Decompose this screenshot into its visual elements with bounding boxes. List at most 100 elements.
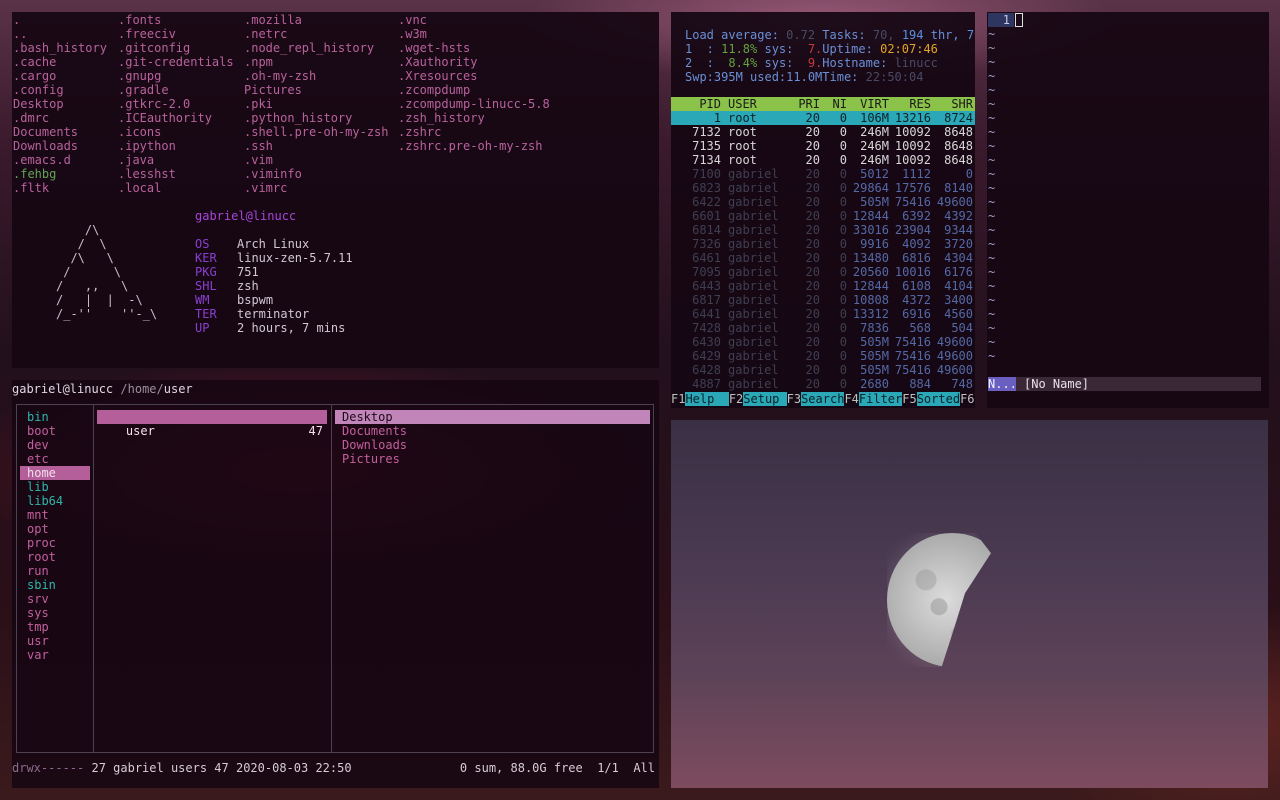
parent-dir-item[interactable]: proc	[20, 536, 90, 550]
process-user: gabriel	[728, 237, 779, 251]
column-header-res[interactable]: RES	[891, 97, 931, 111]
process-row[interactable]: 6428 gabriel 20 0 505M 75416 49600	[671, 363, 975, 377]
process-row[interactable]: 7100 gabriel 20 0 5012 1112 0	[671, 167, 975, 181]
parent-dir-item[interactable]: bin	[20, 410, 90, 424]
fkey-f2[interactable]: F2	[729, 392, 743, 406]
process-row[interactable]: 6430 gabriel 20 0 505M 75416 49600	[671, 335, 975, 349]
vim-window[interactable]: 1 ~ ~ ~ ~ ~ ~ ~ ~ ~ ~ ~ ~ ~ ~ ~ ~ ~ ~ ~ ~ ~ ~ ~ ~ N... [No Name…	[987, 12, 1269, 408]
process-row[interactable]: 1 root 20 0 106M 13216 8724	[671, 111, 975, 125]
column-header-user[interactable]: USER	[728, 97, 757, 111]
ranger-window[interactable]: gabriel@linucc /home/user bin boot dev etc h…	[12, 380, 659, 788]
process-shr: 504	[951, 321, 973, 335]
ls-column-3: .mozilla .netrc .node_repl_history .npm .oh-…	[244, 13, 389, 195]
ls-entry: .ipython	[118, 139, 176, 153]
process-row[interactable]: 6817 gabriel 20 0 10808 4372 3400	[671, 293, 975, 307]
process-user: gabriel	[728, 321, 779, 335]
htop-function-bar[interactable]: F1Help F2Setup F3SearchF4FilterF5SortedF…	[671, 392, 975, 406]
fkey-label[interactable]: Filter	[858, 392, 903, 406]
parent-dir-item[interactable]: lib64	[20, 494, 90, 508]
column-header-pid[interactable]: PID	[671, 97, 721, 111]
process-res: 75416	[894, 349, 931, 363]
parent-dir-item[interactable]: var	[20, 648, 90, 662]
current-directory-item[interactable]: user 47	[97, 410, 327, 438]
column-header-ni[interactable]: NI	[831, 97, 847, 111]
process-row[interactable]: 6823 gabriel 20 0 29864 17576 8140	[671, 181, 975, 195]
process-res: 10092	[894, 153, 931, 167]
column-header-shr[interactable]: SHR	[933, 97, 973, 111]
parent-dir-item[interactable]: dev	[20, 438, 90, 452]
parent-dir-item[interactable]: root	[20, 550, 90, 564]
empty-line-tilde: ~	[988, 153, 996, 167]
process-user: gabriel	[728, 293, 779, 307]
logo-line: /_-'' ''-_\	[56, 307, 158, 321]
process-ni: 0	[839, 209, 847, 223]
fetch-row: UP 2 hours, 7 mins	[195, 321, 353, 335]
fkey-f4[interactable]: F4	[844, 392, 858, 406]
process-res: 4372	[902, 293, 931, 307]
process-row[interactable]: 6422 gabriel 20 0 505M 75416 49600	[671, 195, 975, 209]
fkey-label[interactable]: Sorted	[916, 392, 961, 406]
process-res: 10092	[894, 125, 931, 139]
process-row[interactable]: 7095 gabriel 20 0 20560 10016 6176	[671, 265, 975, 279]
htop-window[interactable]: Load average: 0.72 Tasks: 70, 194 thr, 7…	[671, 12, 975, 408]
vim-filename: [No Name]	[1024, 377, 1090, 391]
process-row[interactable]: 6461 gabriel 20 0 13480 6816 4304	[671, 251, 975, 265]
column-header-virt[interactable]: VIRT	[849, 97, 889, 111]
process-shr: 3720	[944, 237, 973, 251]
parent-dir-item[interactable]: lib	[20, 480, 90, 494]
process-shr: 4392	[944, 209, 973, 223]
process-pid: 6601	[692, 209, 721, 223]
fetch-value: 2 hours, 7 mins	[237, 321, 346, 335]
fkey-label[interactable]: Setup	[743, 392, 787, 406]
preview-item[interactable]: Desktop	[335, 410, 650, 424]
parent-dir-item[interactable]: mnt	[20, 508, 90, 522]
process-row[interactable]: 6429 gabriel 20 0 505M 75416 49600	[671, 349, 975, 363]
parent-dir-item[interactable]: sbin	[20, 578, 90, 592]
fkey-f5[interactable]: F5	[902, 392, 916, 406]
parent-dir-item[interactable]: tmp	[20, 620, 90, 634]
parent-dir-item[interactable]: boot	[20, 424, 90, 438]
process-row[interactable]: 6443 gabriel 20 0 12844 6108 4104	[671, 279, 975, 293]
column-header-pri[interactable]: PRI	[796, 97, 820, 111]
fkey-label[interactable]: Search	[801, 392, 845, 406]
fkey-f1[interactable]: F1	[671, 392, 685, 406]
process-user: gabriel	[728, 349, 779, 363]
preview-item[interactable]: Documents	[335, 424, 650, 438]
parent-dir-item[interactable]: usr	[20, 634, 90, 648]
fkey-f6[interactable]: F6	[960, 392, 974, 406]
fkey-label[interactable]: Help	[685, 392, 729, 406]
htop-column-header[interactable]: PID USER PRI NI VIRT RES SHR	[671, 97, 975, 111]
process-row[interactable]: 7134 root 20 0 246M 10092 8648	[671, 153, 975, 167]
process-shr: 6176	[944, 265, 973, 279]
parent-dir-item[interactable]: opt	[20, 522, 90, 536]
process-row[interactable]: 7326 gabriel 20 0 9916 4092 3720	[671, 237, 975, 251]
process-res: 4092	[902, 237, 931, 251]
process-res: 568	[909, 321, 931, 335]
process-row[interactable]: 7428 gabriel 20 0 7836 568 504	[671, 321, 975, 335]
process-row[interactable]: 6814 gabriel 20 0 33016 23904 9344	[671, 223, 975, 237]
preview-item[interactable]: Pictures	[335, 452, 650, 466]
process-row[interactable]: 7135 root 20 0 246M 10092 8648	[671, 139, 975, 153]
process-row[interactable]: 4887 gabriel 20 0 2680 884 748	[671, 377, 975, 391]
process-virt: 7836	[860, 321, 889, 335]
ls-entry: .java	[118, 153, 155, 167]
ls-entry: .ssh	[244, 139, 273, 153]
preview-item[interactable]: Downloads	[335, 438, 650, 452]
process-row[interactable]: 7132 root 20 0 246M 10092 8648	[671, 125, 975, 139]
ls-entry: .dmrc	[13, 111, 50, 125]
process-row[interactable]: 6441 gabriel 20 0 13312 6916 4560	[671, 307, 975, 321]
process-pri: 20	[805, 237, 820, 251]
process-row[interactable]: 6601 gabriel 20 0 12844 6392 4392	[671, 209, 975, 223]
moon-image	[887, 533, 991, 667]
parent-dir-item[interactable]: srv	[20, 592, 90, 606]
parent-dir-item[interactable]: etc	[20, 452, 90, 466]
parent-dir-item[interactable]: home	[20, 466, 90, 480]
vim-mode: N...	[988, 377, 1017, 391]
terminal-window[interactable]: ... .bash_history .cache .cargo .config Deskt…	[12, 12, 659, 368]
fetch-row: WM bspwm	[195, 293, 353, 307]
parent-dir-item[interactable]: run	[20, 564, 90, 578]
process-res: 17576	[894, 181, 931, 195]
parent-dir-item[interactable]: sys	[20, 606, 90, 620]
current-directory-name: user	[125, 424, 155, 438]
fkey-f3[interactable]: F3	[787, 392, 801, 406]
